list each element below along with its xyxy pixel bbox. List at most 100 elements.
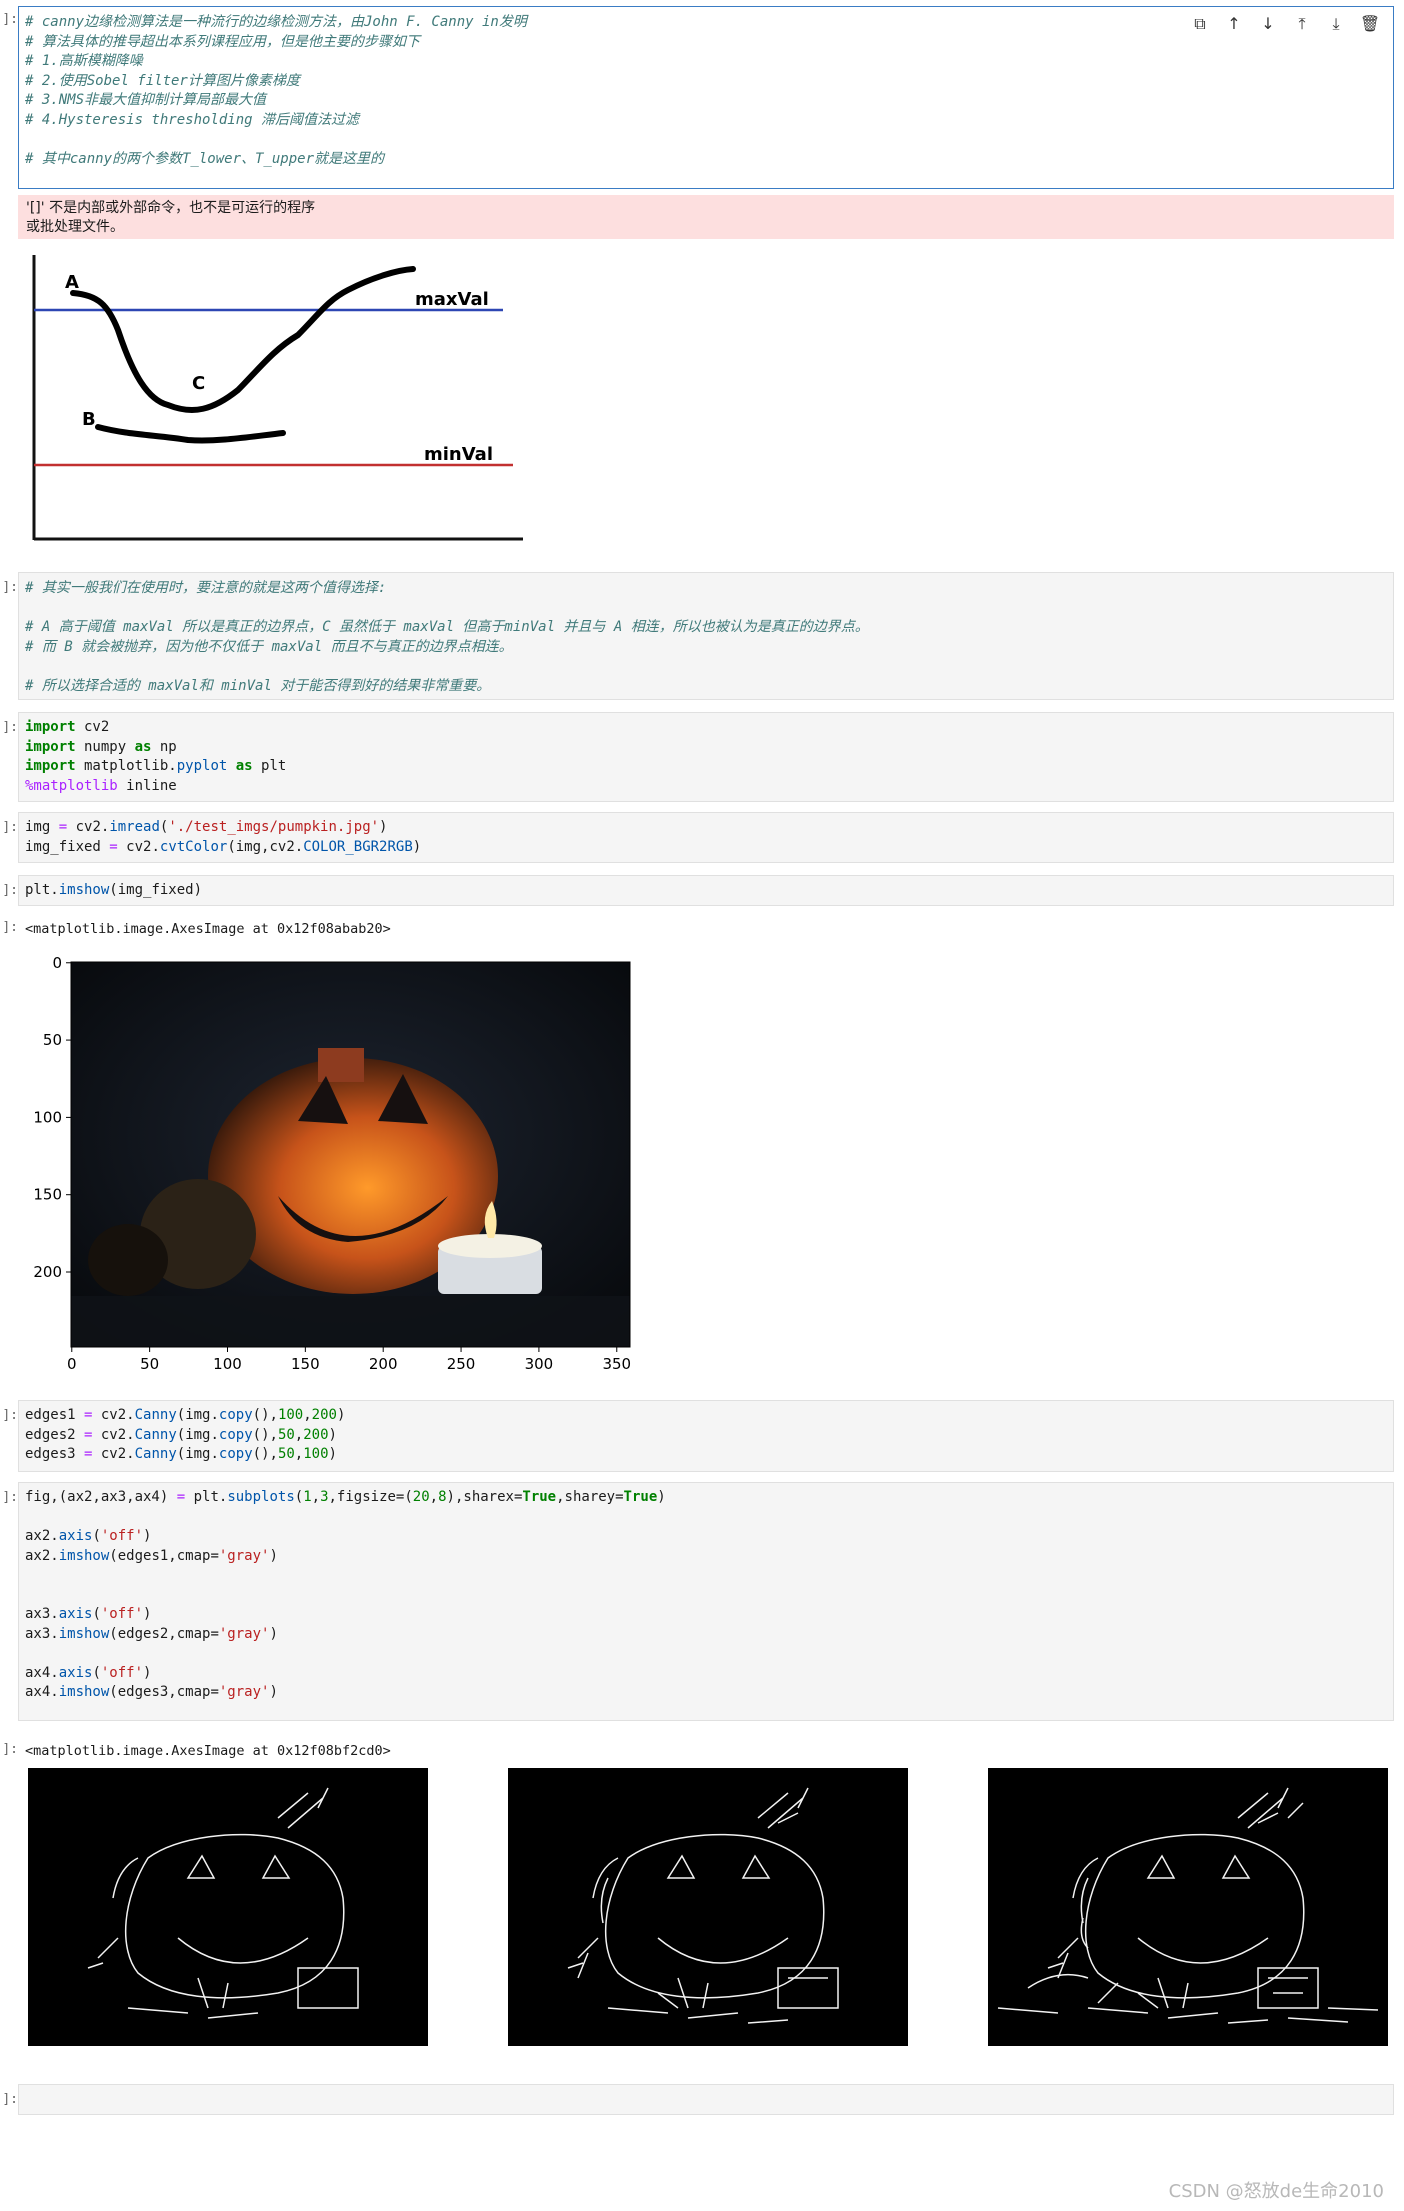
code-line: img = cv2.imread('./test_imgs/pumpkin.jp…: [25, 819, 388, 835]
x-axis: 0 50 100 150 200 250 300 350: [67, 1347, 631, 1373]
insert-above-icon[interactable]: ⤒: [1291, 13, 1313, 35]
code-line: # 1.高斯模糊降噪: [25, 53, 143, 69]
cell-toolbar: ⧉ ↑ ↓ ⤒ ⤓ 🗑: [1189, 13, 1381, 35]
cell-prompt: ]:: [2, 720, 18, 735]
code-line: # 3.NMS非最大值抑制计算局部最大值: [25, 92, 267, 108]
threshold-diagram: A B C maxVal minVal: [32, 255, 523, 541]
move-up-icon[interactable]: ↑: [1223, 13, 1245, 35]
code-line: ax2.axis('off'): [25, 1528, 152, 1544]
code-cell-show[interactable]: plt.imshow(img_fixed): [18, 875, 1394, 906]
code-line: # 所以选择合适的 maxVal和 minVal 对于能否得到好的结果非常重要。: [25, 677, 491, 694]
y-tick-label: 0: [52, 954, 62, 972]
error-line-1: '[]' 不是内部或外部命令，也不是可运行的程序: [26, 200, 316, 216]
comment-cell[interactable]: # 其实一般我们在使用时，要注意的就是这两个值得选择: # A 高于阈值 max…: [18, 572, 1394, 700]
code-line: # 其实一般我们在使用时，要注意的就是这两个值得选择:: [25, 580, 387, 596]
code-line: # canny边缘检测算法是一种流行的边缘检测方法，由John F. Canny…: [25, 14, 527, 30]
code-line: # 算法具体的推导超出本系列课程应用，但是他主要的步骤如下: [25, 33, 420, 50]
y-tick-label: 100: [33, 1108, 62, 1126]
cell-prompt: ]:: [2, 1408, 18, 1423]
code-line: edges3 = cv2.Canny(img.copy(),50,100): [25, 1446, 337, 1462]
axesimage-output: <matplotlib.image.AxesImage at 0x12f08bf…: [25, 1743, 391, 1759]
error-output: '[]' 不是内部或外部命令，也不是可运行的程序 或批处理文件。: [18, 195, 1394, 239]
code-line: plt.imshow(img_fixed): [25, 882, 203, 898]
edges3-image: [988, 1768, 1388, 2046]
code-cell-read[interactable]: img = cv2.imread('./test_imgs/pumpkin.jp…: [18, 812, 1394, 863]
cell-prompt: ]:: [2, 883, 18, 898]
axesimage-output: <matplotlib.image.AxesImage at 0x12f08ab…: [25, 921, 391, 937]
code-line: fig,(ax2,ax3,ax4) = plt.subplots(1,3,fig…: [25, 1489, 666, 1505]
code-line: edges2 = cv2.Canny(img.copy(),50,200): [25, 1426, 337, 1443]
cell-prompt: ]:: [2, 820, 18, 835]
cell-prompt: ]:: [2, 2092, 18, 2107]
code-line: ax4.imshow(edges3,cmap='gray'): [25, 1684, 278, 1700]
code-line: import numpy as np: [25, 738, 177, 755]
label-b: B: [82, 409, 96, 430]
error-line-2: 或批处理文件。: [26, 219, 124, 235]
code-line: import cv2: [25, 719, 110, 735]
code-cell-canny[interactable]: edges1 = cv2.Canny(img.copy(),100,200) ed…: [18, 1400, 1394, 1472]
code-line: edges1 = cv2.Canny(img.copy(),100,200): [25, 1407, 346, 1423]
cell-prompt: ]:: [2, 1490, 18, 1505]
code-line: # 2.使用Sobel filter计算图片像素梯度: [25, 72, 300, 89]
csdn-watermark: CSDN @怒放de生命2010: [1168, 2181, 1384, 2202]
x-tick-label: 150: [291, 1355, 320, 1373]
y-tick-label: 50: [43, 1031, 62, 1049]
pumpkin-photo: [71, 962, 630, 1347]
code-line: # 4.Hysteresis thresholding 滞后阈值法过滤: [25, 111, 360, 128]
label-a: A: [65, 272, 79, 293]
label-c: C: [192, 373, 205, 394]
max-val-label: maxVal: [415, 289, 489, 310]
edges2-image: [508, 1768, 908, 2046]
cell-source[interactable]: import cv2 import numpy as np import matpl…: [19, 713, 1393, 796]
y-tick-label: 150: [33, 1186, 62, 1204]
code-line: %matplotlib inline: [25, 777, 177, 794]
x-tick-label: 50: [140, 1355, 159, 1373]
cell-source[interactable]: img = cv2.imread('./test_imgs/pumpkin.jp…: [19, 813, 1393, 857]
x-tick-label: 300: [525, 1355, 554, 1373]
cell-prompt: ]:: [2, 12, 18, 27]
code-line: # 而 B 就会被抛弃，因为他不仅低于 maxVal 而且不与真正的边界点相连。: [25, 638, 513, 655]
curve-b: [95, 424, 286, 444]
pumpkin-plot: 0 50 100 150 200 250 300 350 0 50 100 150 200: [33, 954, 631, 1373]
cell-source[interactable]: # canny边缘检测算法是一种流行的边缘检测方法，由John F. Canny…: [19, 7, 1393, 169]
code-line: ax4.axis('off'): [25, 1664, 152, 1681]
cell-source[interactable]: fig,(ax2,ax3,ax4) = plt.subplots(1,3,fig…: [19, 1483, 1393, 1703]
code-line: img_fixed = cv2.cvtColor(img,cv2.COLOR_B…: [25, 838, 422, 855]
code-line: ax3.axis('off'): [25, 1606, 152, 1622]
cell-source[interactable]: edges1 = cv2.Canny(img.copy(),100,200) ed…: [19, 1401, 1393, 1465]
code-line: ax3.imshow(edges2,cmap='gray'): [25, 1625, 278, 1642]
edges1-image: [28, 1768, 428, 2046]
x-tick-label: 100: [213, 1355, 242, 1373]
code-line: import matplotlib.pyplot as plt: [25, 758, 287, 774]
x-tick-label: 350: [602, 1355, 631, 1373]
copy-icon[interactable]: ⧉: [1189, 13, 1211, 35]
move-down-icon[interactable]: ↓: [1257, 13, 1279, 35]
code-cell-imports[interactable]: import cv2 import numpy as np import matpl…: [18, 712, 1394, 802]
cell-source[interactable]: plt.imshow(img_fixed): [19, 876, 1393, 901]
delete-icon[interactable]: 🗑: [1359, 13, 1381, 35]
x-tick-label: 250: [447, 1355, 476, 1373]
code-cell-subplots[interactable]: fig,(ax2,ax3,ax4) = plt.subplots(1,3,fig…: [18, 1482, 1394, 1721]
min-val-label: minVal: [424, 444, 493, 465]
y-axis: 0 50 100 150 200: [33, 954, 71, 1281]
curve-a-c: [70, 266, 416, 413]
code-line: # A 高于阈值 maxVal 所以是真正的边界点，C 虽然低于 maxVal …: [25, 619, 869, 635]
x-tick-label: 200: [369, 1355, 398, 1373]
y-tick-label: 200: [33, 1263, 62, 1281]
cell-source[interactable]: # 其实一般我们在使用时，要注意的就是这两个值得选择: # A 高于阈值 max…: [19, 573, 1393, 696]
output-prompt: ]:: [2, 920, 18, 935]
comment-cell-selected[interactable]: # canny边缘检测算法是一种流行的边缘检测方法，由John F. Canny…: [18, 6, 1394, 189]
insert-below-icon[interactable]: ⤓: [1325, 13, 1347, 35]
code-line: ax2.imshow(edges1,cmap='gray'): [25, 1547, 278, 1564]
x-tick-label: 0: [67, 1355, 77, 1373]
cell-prompt: ]:: [2, 580, 18, 595]
code-line: # 其中canny的两个参数T_lower、T_upper就是这里的: [25, 150, 385, 167]
empty-code-cell[interactable]: [18, 2084, 1394, 2115]
